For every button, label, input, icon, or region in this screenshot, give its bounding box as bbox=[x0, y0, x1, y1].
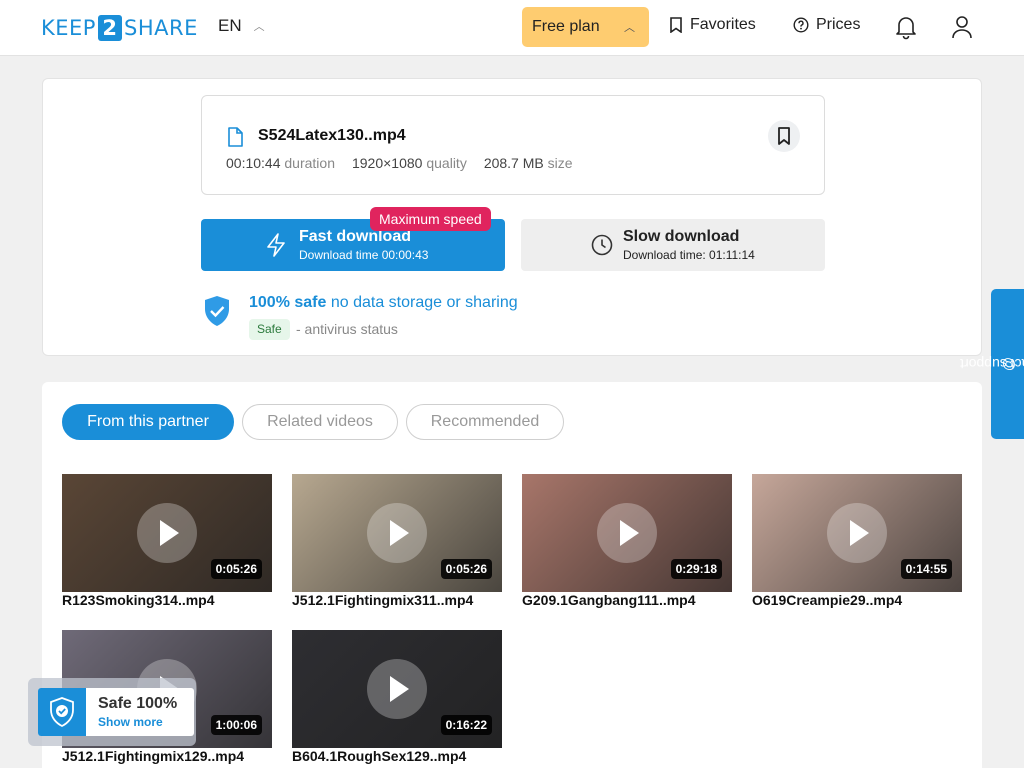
user-icon[interactable] bbox=[950, 14, 974, 40]
lightning-icon bbox=[267, 233, 285, 257]
safe-widget-title: Safe 100% bbox=[98, 695, 178, 712]
video-thumbnail[interactable]: 0:16:22 bbox=[292, 630, 502, 748]
fast-download-time: Download time 00:00:43 bbox=[299, 248, 429, 262]
video-title[interactable]: O619Creampie29..mp4 bbox=[752, 592, 962, 608]
video-item[interactable]: 0:05:26 R123Smoking314..mp4 bbox=[62, 474, 272, 608]
top-header: KEEP 2 SHARE EN ︿ Free plan ︿ Favorites Pr… bbox=[0, 0, 1024, 56]
video-duration: 0:16:22 bbox=[440, 715, 492, 735]
logo-text-right: SHARE bbox=[123, 16, 198, 40]
favorites-link[interactable]: Favorites bbox=[669, 16, 756, 34]
bookmark-icon bbox=[778, 127, 790, 145]
safe-badge-inner: Safe 100% Show more bbox=[38, 688, 194, 736]
file-name: S524Latex130..mp4 bbox=[258, 127, 406, 144]
contact-support-button[interactable]: @ contact support bbox=[959, 289, 1024, 439]
prices-label: Prices bbox=[816, 16, 861, 33]
language-label: EN bbox=[218, 16, 242, 35]
video-title[interactable]: B604.1RoughSex129..mp4 bbox=[292, 748, 502, 764]
size-label: size bbox=[547, 155, 573, 171]
duration-label: duration bbox=[284, 155, 335, 171]
video-duration: 1:00:06 bbox=[210, 715, 262, 735]
duration-value: 00:10:44 bbox=[226, 155, 281, 171]
video-thumbnail[interactable]: 0:14:55 bbox=[752, 474, 962, 592]
file-icon bbox=[228, 127, 243, 147]
video-item[interactable]: 0:14:55 O619Creampie29..mp4 bbox=[752, 474, 962, 608]
safety-statement: 100% safe no data storage or sharing bbox=[249, 294, 518, 312]
plan-label: Free plan bbox=[532, 18, 600, 35]
maximum-speed-badge: Maximum speed bbox=[370, 207, 491, 231]
tab-from-this-partner[interactable]: From this partner bbox=[62, 404, 234, 440]
video-title[interactable]: G209.1Gangbang111..mp4 bbox=[522, 592, 732, 608]
play-icon[interactable] bbox=[827, 503, 887, 563]
video-item[interactable]: 0:05:26 J512.1Fightingmix311..mp4 bbox=[292, 474, 502, 608]
safety-rest: no data storage or sharing bbox=[330, 294, 518, 311]
bookmark-icon bbox=[670, 17, 682, 33]
slow-download-title: Slow download bbox=[623, 228, 740, 245]
video-duration: 0:14:55 bbox=[900, 559, 952, 579]
play-icon[interactable] bbox=[367, 503, 427, 563]
shield-check-icon bbox=[50, 697, 74, 727]
video-title[interactable]: J512.1Fightingmix129..mp4 bbox=[62, 748, 272, 764]
video-thumbnail[interactable]: 0:05:26 bbox=[292, 474, 502, 592]
keep2share-logo[interactable]: KEEP 2 SHARE bbox=[41, 15, 198, 41]
safe-status-badge: Safe bbox=[249, 319, 290, 340]
show-more-link[interactable]: Show more bbox=[98, 715, 163, 729]
quality-label: quality bbox=[426, 155, 467, 171]
help-circle-icon bbox=[793, 17, 809, 33]
shield-check-icon bbox=[205, 296, 229, 326]
chevron-up-icon: ︿ bbox=[253, 21, 265, 33]
video-duration: 0:29:18 bbox=[670, 559, 722, 579]
favorites-label: Favorites bbox=[690, 16, 756, 33]
play-icon[interactable] bbox=[597, 503, 657, 563]
video-duration: 0:05:26 bbox=[210, 559, 262, 579]
video-thumbnail[interactable]: 0:05:26 bbox=[62, 474, 272, 592]
prices-link[interactable]: Prices bbox=[793, 16, 860, 34]
play-icon[interactable] bbox=[367, 659, 427, 719]
plan-dropdown[interactable]: Free plan ︿ bbox=[522, 7, 649, 47]
video-item[interactable]: 0:29:18 G209.1Gangbang111..mp4 bbox=[522, 474, 732, 608]
file-info-box: S524Latex130..mp4 00:10:44 duration 1920… bbox=[201, 95, 825, 195]
slow-download-button[interactable]: Slow download Download time: 01:11:14 bbox=[521, 219, 825, 271]
size-value: 208.7 MB bbox=[483, 155, 544, 171]
clock-icon bbox=[591, 234, 613, 256]
chevron-up-icon: ︿ bbox=[624, 22, 635, 34]
logo-text-left: KEEP bbox=[41, 16, 96, 40]
bell-icon[interactable] bbox=[894, 14, 918, 40]
add-favorite-button[interactable] bbox=[768, 120, 800, 152]
safe-shield-block bbox=[38, 688, 86, 736]
antivirus-status-text: - antivirus status bbox=[296, 321, 398, 337]
contact-support-label: @ contact support bbox=[959, 356, 1024, 372]
video-title[interactable]: J512.1Fightingmix311..mp4 bbox=[292, 592, 502, 608]
video-title[interactable]: R123Smoking314..mp4 bbox=[62, 592, 272, 608]
slow-download-time: Download time: 01:11:14 bbox=[623, 248, 755, 262]
download-card: S524Latex130..mp4 00:10:44 duration 1920… bbox=[42, 78, 982, 356]
quality-value: 1920×1080 bbox=[351, 155, 423, 171]
language-selector[interactable]: EN ︿ bbox=[218, 16, 265, 36]
video-duration: 0:05:26 bbox=[440, 559, 492, 579]
tab-related-videos[interactable]: Related videos bbox=[242, 404, 398, 440]
tab-recommended[interactable]: Recommended bbox=[406, 404, 564, 440]
file-meta: 00:10:44 duration 1920×1080 quality 208.… bbox=[226, 155, 573, 171]
safety-bold: 100% safe bbox=[249, 294, 327, 311]
video-item[interactable]: 0:16:22 B604.1RoughSex129..mp4 bbox=[292, 630, 502, 764]
safe-badge-widget[interactable]: Safe 100% Show more bbox=[28, 678, 196, 746]
video-thumbnail[interactable]: 0:29:18 bbox=[522, 474, 732, 592]
play-icon[interactable] bbox=[137, 503, 197, 563]
logo-text-mid: 2 bbox=[97, 15, 122, 41]
